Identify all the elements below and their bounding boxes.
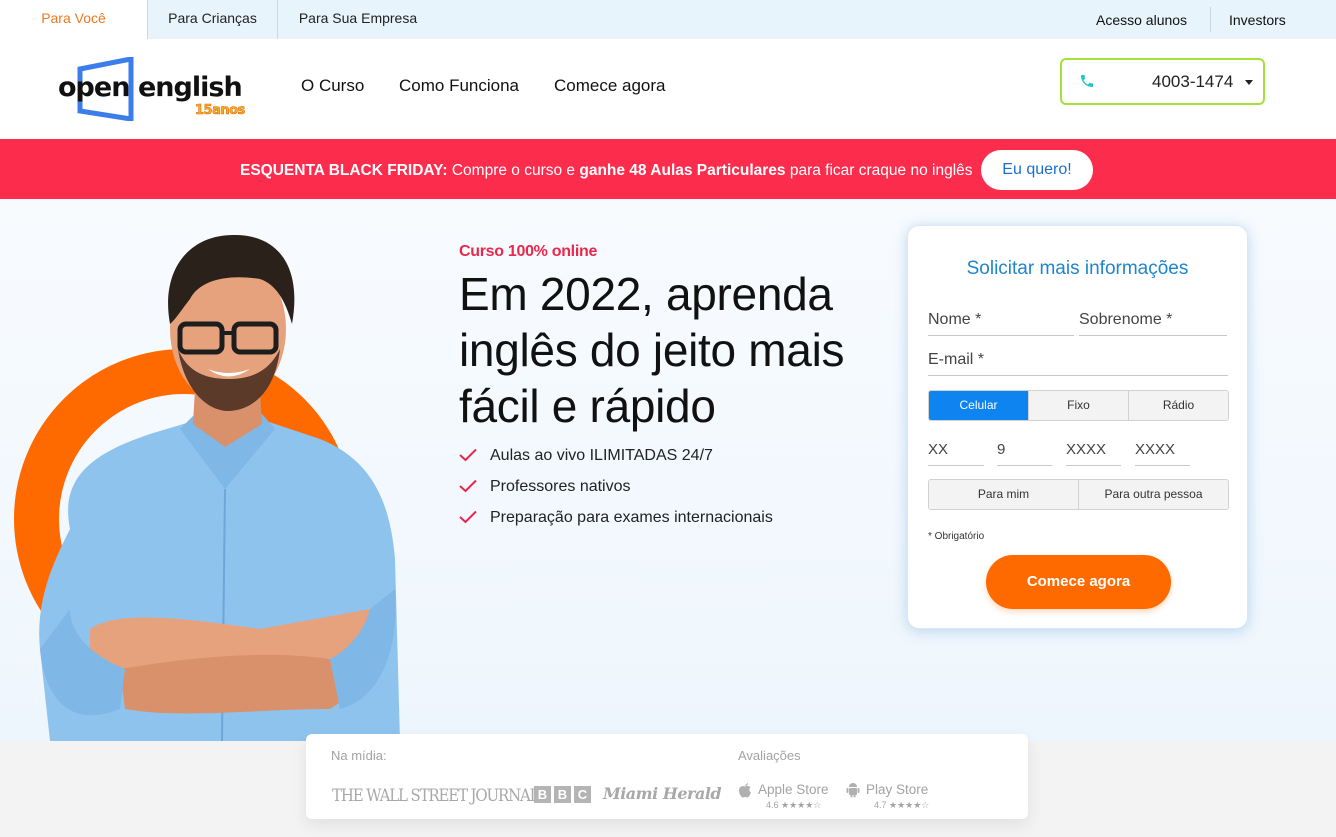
- phone-type-selector: Celular Fixo Rádio: [928, 390, 1229, 421]
- phone-part-2-input[interactable]: XXXX: [1135, 438, 1190, 466]
- email-input[interactable]: E-mail *: [928, 348, 1228, 376]
- phone-icon: [1081, 75, 1093, 87]
- benefit-item: Professores nativos: [459, 476, 773, 507]
- bbc-letter: B: [534, 786, 551, 803]
- benefit-text: Aulas ao vivo ILIMITADAS 24/7: [490, 447, 713, 464]
- bbc-logo: B B C: [534, 786, 591, 803]
- store-rating: 4.7 ★★★★☆: [874, 800, 930, 810]
- promo-bold-offer: ganhe 48 Aulas Particulares: [579, 162, 786, 179]
- benefit-item: Aulas ao vivo ILIMITADAS 24/7: [459, 445, 773, 476]
- phone-number: 4003-1474: [1152, 72, 1234, 91]
- phone-area-code-input[interactable]: XX: [928, 438, 984, 466]
- media-reviews-strip: Na mídia: THE WALL STREET JOURNAL. B B C…: [306, 734, 1028, 819]
- nav-o-curso[interactable]: O Curso: [301, 76, 364, 96]
- check-icon: [459, 510, 477, 524]
- check-icon: [459, 448, 477, 462]
- store-rating: 4.6 ★★★★☆: [766, 800, 822, 810]
- hero-person-image: [39, 234, 401, 741]
- topbar-divider: [1210, 7, 1211, 32]
- first-name-input[interactable]: Nome *: [928, 308, 1074, 336]
- last-name-input[interactable]: Sobrenome *: [1079, 308, 1227, 336]
- logo-word-open: open: [58, 72, 130, 103]
- recipient-selector: Para mim Para outra pessoa: [928, 479, 1229, 510]
- logo-anniversary-badge: 15anos: [195, 103, 246, 119]
- nav-comece-agora[interactable]: Comece agora: [554, 76, 666, 96]
- tab-para-voce[interactable]: Para Você: [0, 0, 148, 39]
- phone-prefix-input[interactable]: 9: [997, 438, 1052, 466]
- apple-icon: [739, 783, 751, 798]
- media-label: Na mídia:: [331, 748, 387, 763]
- wsj-logo: THE WALL STREET JOURNAL.: [332, 786, 543, 806]
- android-icon: [846, 783, 860, 798]
- lead-form-card: Solicitar mais informações Nome * Sobren…: [907, 225, 1248, 629]
- store-name: Play Store: [866, 782, 929, 797]
- main-header: open english 15anos O Curso Como Funcion…: [0, 39, 1336, 139]
- open-english-logo[interactable]: open english 15anos: [58, 55, 258, 125]
- phone-part-1-input[interactable]: XXXX: [1066, 438, 1121, 466]
- check-icon: [459, 479, 477, 493]
- form-title: Solicitar mais informações: [966, 258, 1189, 279]
- phone-type-radio[interactable]: Rádio: [1129, 391, 1228, 420]
- hero-kicker: Curso 100% online: [459, 243, 598, 260]
- promo-cta-button[interactable]: Eu quero!: [981, 150, 1093, 190]
- tab-para-criancas[interactable]: Para Crianças: [148, 0, 278, 39]
- promo-text: ESQUENTA BLACK FRIDAY: Compre o curso e …: [240, 162, 973, 180]
- investors-link[interactable]: Investors: [1229, 0, 1286, 39]
- reviews-label: Avaliações: [738, 748, 801, 763]
- benefit-text: Preparação para exames internacionais: [490, 509, 773, 526]
- student-access-link[interactable]: Acesso alunos: [1096, 0, 1187, 39]
- logo-word-english: english: [138, 72, 243, 103]
- hero-headline: Em 2022, aprenda inglês do jeito mais fá…: [459, 268, 845, 432]
- bbc-letter: B: [554, 786, 571, 803]
- nav-como-funciona[interactable]: Como Funciona: [399, 76, 519, 96]
- benefit-item: Preparação para exames internacionais: [459, 507, 773, 538]
- recipient-para-mim[interactable]: Para mim: [929, 480, 1079, 509]
- required-note: * Obrigatório: [928, 531, 985, 542]
- promo-bold-prefix: ESQUENTA BLACK FRIDAY:: [240, 162, 448, 179]
- phone-type-fixo[interactable]: Fixo: [1029, 391, 1129, 420]
- promo-text-2: para ficar craque no inglês: [785, 162, 973, 179]
- tab-para-sua-empresa[interactable]: Para Sua Empresa: [278, 0, 438, 39]
- miami-herald-logo: Miami Herald: [603, 784, 722, 803]
- bbc-letter: C: [574, 786, 591, 803]
- store-name: Apple Store: [758, 782, 829, 797]
- hero-section: Curso 100% online Em 2022, aprenda inglê…: [0, 199, 1336, 741]
- audience-bar: Para Você Para Crianças Para Sua Empresa…: [0, 0, 1336, 39]
- phone-dropdown[interactable]: 4003-1474: [1060, 58, 1265, 105]
- phone-type-celular[interactable]: Celular: [929, 391, 1029, 420]
- chevron-down-icon: [1245, 80, 1253, 85]
- promo-banner: ESQUENTA BLACK FRIDAY: Compre o curso e …: [0, 139, 1336, 199]
- promo-text-1: Compre o curso e: [447, 162, 580, 179]
- benefit-text: Professores nativos: [490, 478, 631, 495]
- hero-benefits-list: Aulas ao vivo ILIMITADAS 24/7 Professore…: [459, 445, 773, 538]
- recipient-outra-pessoa[interactable]: Para outra pessoa: [1079, 480, 1228, 509]
- submit-button[interactable]: Comece agora: [986, 555, 1171, 609]
